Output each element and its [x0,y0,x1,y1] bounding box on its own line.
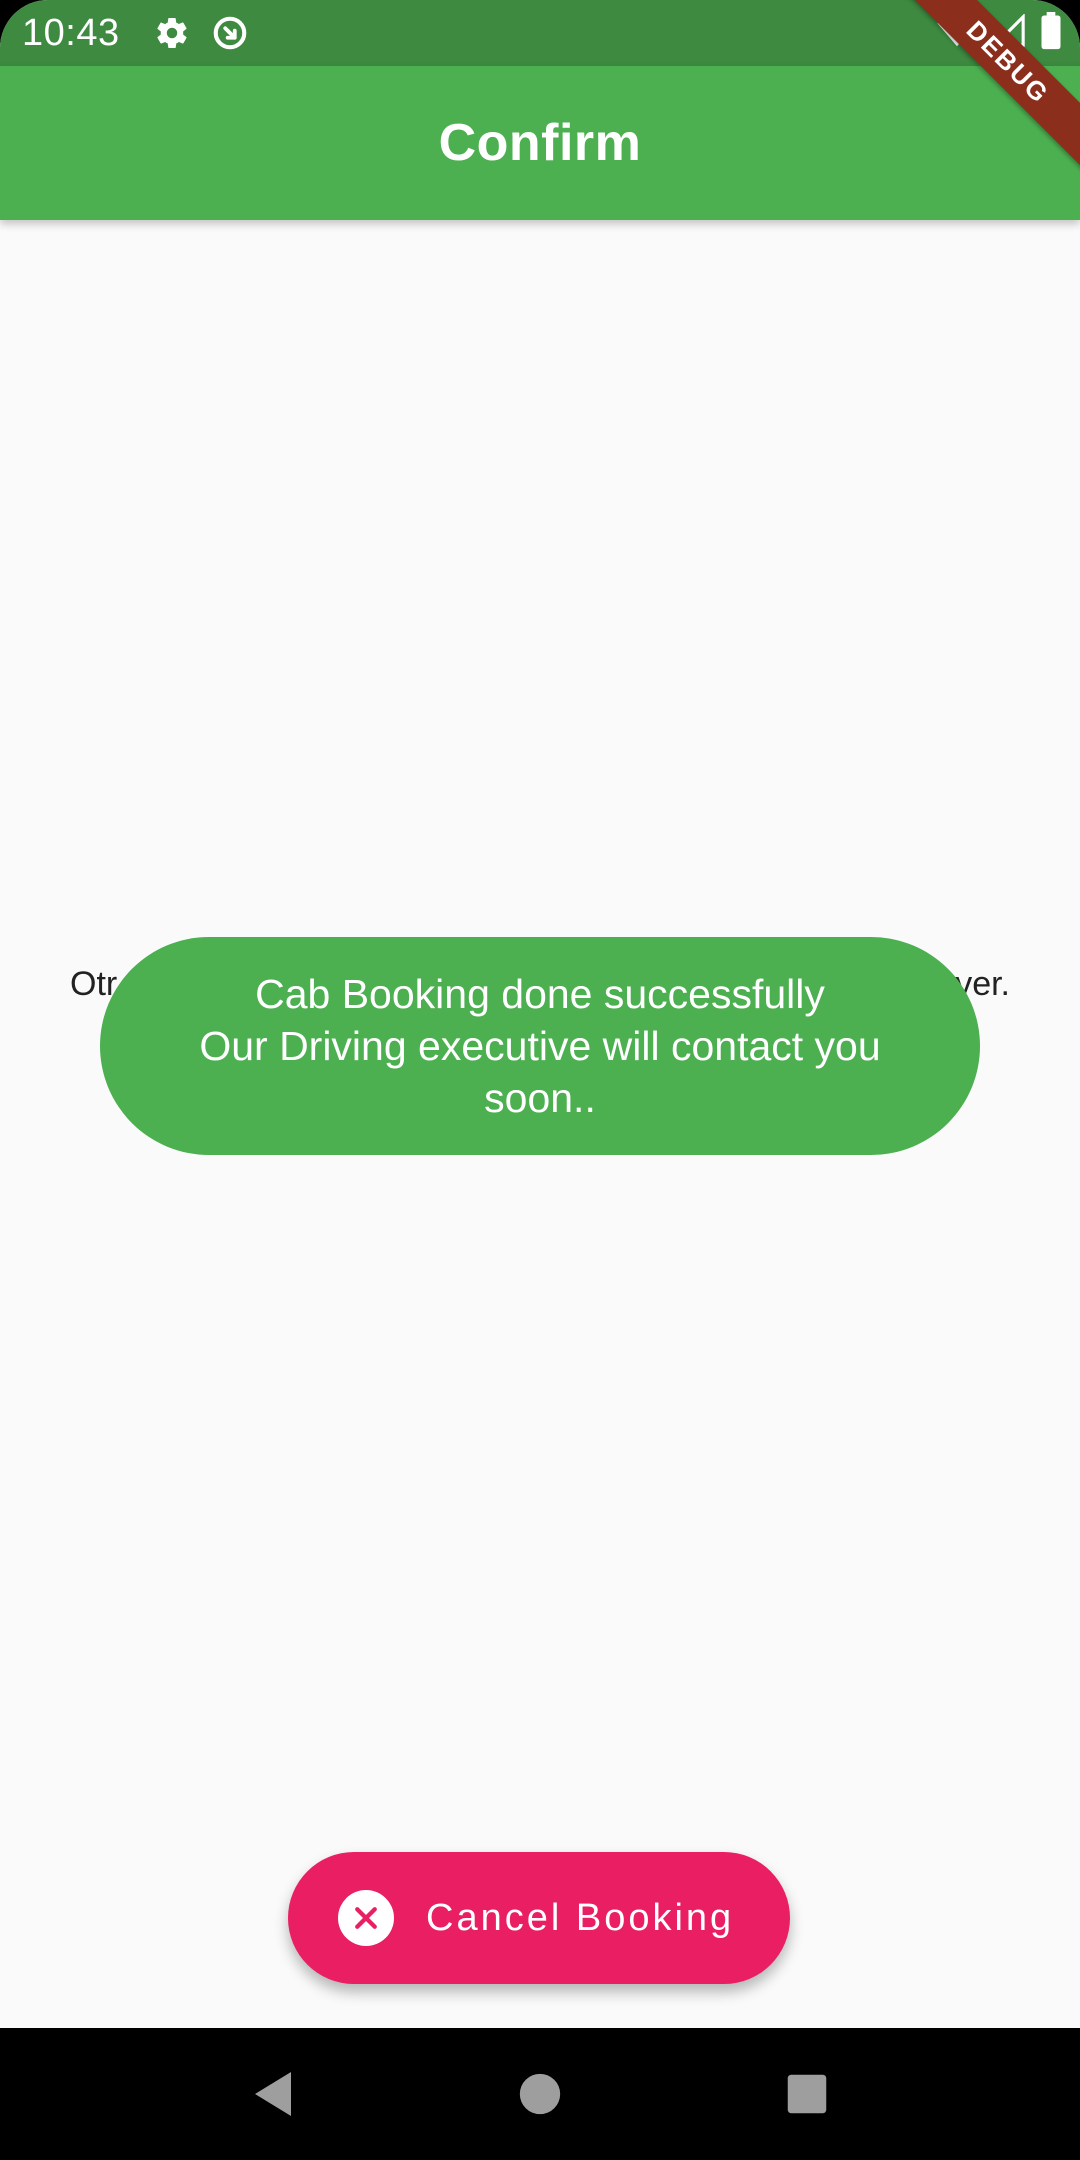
recents-icon[interactable] [767,2054,847,2134]
status-bar: 10:43 [0,0,1080,66]
close-circle-icon [338,1890,394,1946]
app-bar: Confirm [0,66,1080,220]
page-title: Confirm [438,114,642,172]
cancel-booking-button[interactable]: Cancel Booking [288,1852,790,1984]
sync-icon [210,13,250,53]
back-icon[interactable] [233,2054,313,2134]
settings-icon [152,13,192,53]
toast-line-1: Cab Booking done successfully [255,971,825,1017]
navigation-bar [0,2028,1080,2160]
battery-icon [1040,11,1062,55]
home-icon[interactable] [500,2054,580,2134]
cancel-booking-label: Cancel Booking [426,1896,735,1939]
toast-message: Cab Booking done successfully Our Drivin… [100,937,980,1155]
toast-line-2: Our Driving executive will contact you [199,1023,881,1069]
toast-line-3: soon.. [484,1075,596,1121]
screen: 10:43 Confirm DEBUG Otr ver. Cab Booking… [0,0,1080,2160]
status-time: 10:43 [22,11,120,54]
